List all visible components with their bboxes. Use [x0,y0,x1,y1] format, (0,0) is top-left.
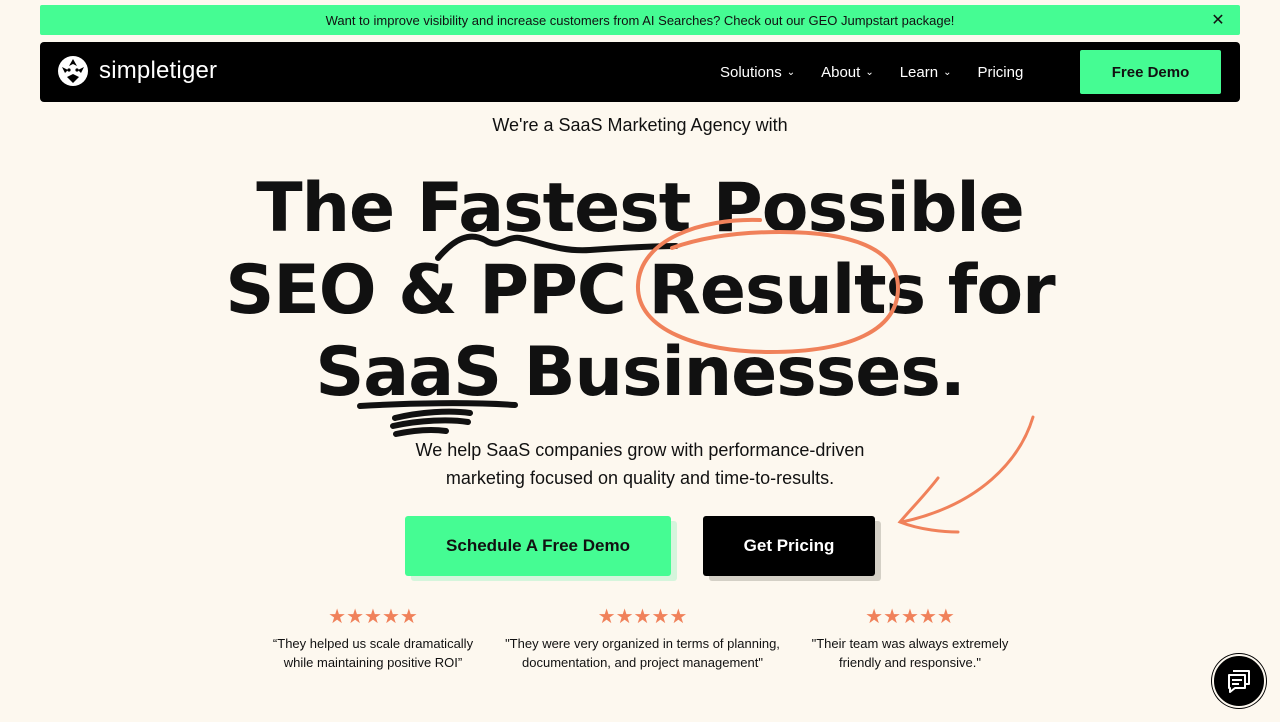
star-rating-icon: ★★★★★ [865,606,955,628]
nav-item-label: Solutions [720,63,782,81]
chevron-down-icon: ⌄ [786,66,796,78]
hero-headline: The Fastest Possible SEO & PPC Results f… [0,168,1280,414]
headline-line-1: The Fastest Possible [256,169,1025,248]
announcement-bar: Want to improve visibility and increase … [40,5,1240,35]
arrow-icon [897,415,1035,534]
chat-button[interactable] [1212,654,1266,708]
announcement-text[interactable]: Want to improve visibility and increase … [326,13,955,28]
headline-line-2: SEO & PPC Results for [225,251,1055,330]
get-pricing-button[interactable]: Get Pricing [703,516,875,576]
star-rating-icon: ★★★★★ [328,606,418,628]
review-quote: "Their team was always extremely friendl… [811,636,1009,670]
review-card: ★★★★★ "Their team was always extremely f… [810,606,1010,672]
close-icon[interactable]: ✕ [1208,10,1228,30]
free-demo-button[interactable]: Free Demo [1080,50,1221,94]
hero-subheading: We help SaaS companies grow with perform… [415,440,865,488]
nav-item-about[interactable]: About ⌄ [821,64,874,81]
schedule-demo-button[interactable]: Schedule A Free Demo [405,516,671,576]
headline-line-3: SaaS Businesses. [315,333,965,412]
tiger-head-icon [58,56,88,86]
nav-menu: Solutions ⌄ About ⌄ Learn ⌄ Pricing [720,42,1049,102]
nav-item-solutions[interactable]: Solutions ⌄ [720,64,795,81]
logo[interactable]: simpletiger [57,55,217,87]
review-card: ★★★★★ “They helped us scale dramatically… [268,606,478,672]
brand-name: simpletiger [99,57,218,84]
nav-item-learn[interactable]: Learn ⌄ [900,64,952,81]
review-quote: “They helped us scale dramatically while… [272,636,474,670]
review-card: ★★★★★ "They were very organized in terms… [505,606,780,672]
main-nav: simpletiger Solutions ⌄ About ⌄ Learn ⌄ … [40,42,1240,102]
star-rating-icon: ★★★★★ [597,606,688,628]
chevron-down-icon: ⌄ [865,66,874,78]
chat-bubble-icon [1228,670,1250,693]
nav-item-label: Learn [899,63,939,81]
nav-item-pricing[interactable]: Pricing [977,64,1023,81]
chevron-down-icon: ⌄ [943,66,952,78]
review-quote: "They were very organized in terms of pl… [505,636,780,670]
nav-item-label: Pricing [977,63,1024,81]
nav-item-label: About [821,63,861,81]
hero-eyebrow: We're a SaaS Marketing Agency with [492,115,788,135]
